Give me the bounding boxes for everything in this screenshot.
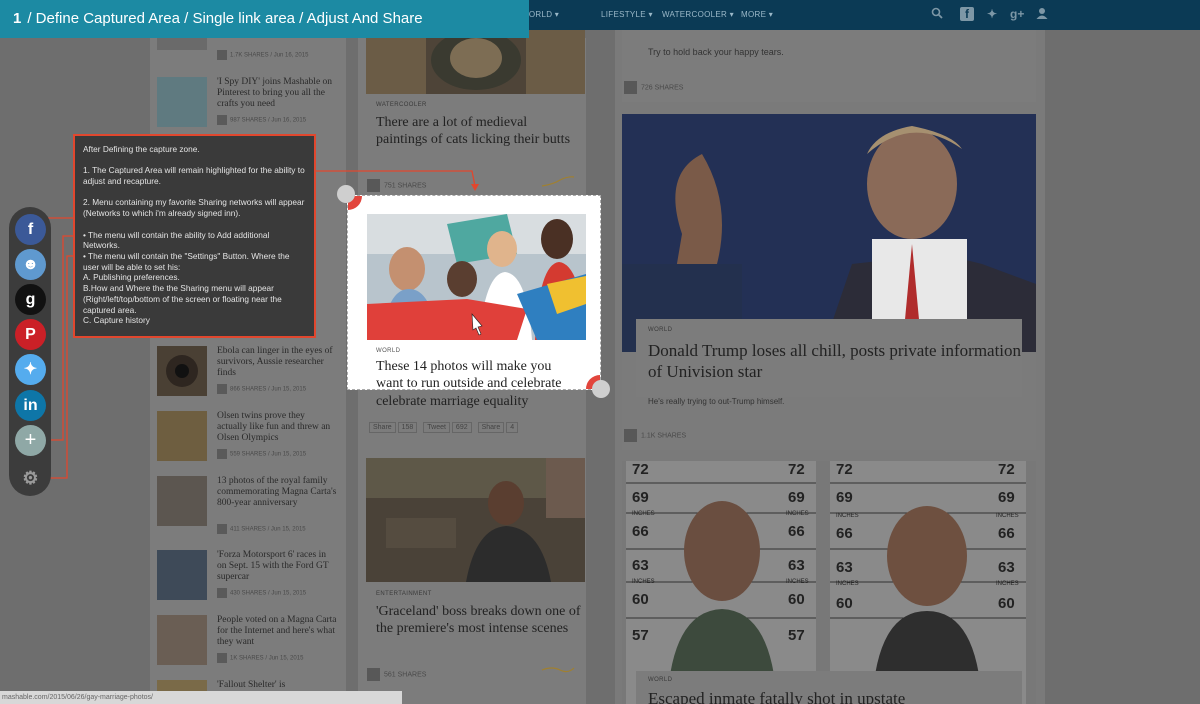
height-mark: 63 <box>632 557 649 574</box>
article-title[interactable]: People voted on a Magna Carta for the In… <box>217 615 337 648</box>
height-mark: 60 <box>998 595 1015 612</box>
search-icon[interactable] <box>930 7 944 21</box>
article-summary: He's really trying to out-Trump himself. <box>648 397 785 406</box>
article-tag: ENTERTAINMENT <box>376 591 432 597</box>
digg-share-button[interactable]: g <box>15 284 46 315</box>
info-point-2: 2. Menu containing my favorite Sharing n… <box>83 197 305 219</box>
height-unit: INCHES <box>632 579 655 585</box>
height-mark: 69 <box>998 489 1015 506</box>
google-plus-icon[interactable]: g+ <box>1010 7 1024 21</box>
height-mark: 66 <box>632 523 649 540</box>
share-count: 411 SHARES / Jun 15, 2015 <box>217 524 306 534</box>
article-title[interactable]: 'Graceland' boss breaks down one of the … <box>376 603 581 637</box>
height-mark: 63 <box>788 557 805 574</box>
tutorial-info-box: After Defining the capture zone. 1. The … <box>73 134 316 338</box>
facebook-icon[interactable]: f <box>960 7 974 21</box>
height-mark: 72 <box>632 461 649 478</box>
facebook-icon: f <box>27 221 34 238</box>
article-card-trump[interactable]: WORLD Donald Trump loses all chill, post… <box>622 114 1036 450</box>
height-unit: INCHES <box>836 581 859 587</box>
list-item[interactable]: 'Forza Motorsport 6' races in on Sept. 1… <box>157 550 337 602</box>
reddit-icon: ☻ <box>22 256 39 273</box>
share-count: 1K SHARES / Jun 15, 2015 <box>217 653 303 663</box>
nav-item-more[interactable]: MORE ▾ <box>741 10 773 19</box>
height-mark: 72 <box>788 461 805 478</box>
height-mark: 69 <box>836 489 853 506</box>
twitter-icon: ✦ <box>23 361 38 378</box>
height-unit: INCHES <box>996 513 1019 519</box>
trend-icon <box>541 667 575 673</box>
digg-icon: g <box>25 291 36 308</box>
article-tag: WORLD <box>648 677 673 683</box>
share-count: 726 SHARES <box>624 81 683 94</box>
trump-photo <box>622 114 1036 352</box>
pinterest-icon: P <box>25 326 36 343</box>
height-mark: 60 <box>836 595 853 612</box>
height-mark: 69 <box>788 489 805 506</box>
height-mark: 63 <box>998 559 1015 576</box>
twitter-share-button[interactable]: ✦ <box>15 354 46 385</box>
article-title[interactable]: Escaped inmate fatally shot in upstate <box>648 688 1028 704</box>
pinterest-share-button[interactable]: P <box>15 319 46 350</box>
article-title[interactable]: 'Fallout Shelter' is <box>217 680 337 691</box>
info-point-1: 1. The Captured Area will remain highlig… <box>83 165 305 187</box>
facebook-share-button[interactable]: f <box>15 214 46 245</box>
height-mark: 66 <box>836 525 853 542</box>
height-mark: 57 <box>788 627 805 644</box>
plus-icon: + <box>24 429 37 451</box>
height-mark: 63 <box>836 559 853 576</box>
article-thumbnail <box>157 615 207 665</box>
user-icon[interactable] <box>1035 7 1049 21</box>
article-title[interactable]: Donald Trump loses all chill, posts priv… <box>648 340 1028 382</box>
add-network-button[interactable]: + <box>15 425 46 456</box>
info-option-c: C. Capture history <box>83 315 150 326</box>
height-unit: INCHES <box>836 513 859 519</box>
article-card-top-right[interactable]: Try to hold back your happy tears. 726 S… <box>622 30 1036 102</box>
height-mark: 60 <box>788 591 805 608</box>
gear-icon: ⚙ <box>22 468 39 488</box>
height-mark: 60 <box>632 591 649 608</box>
height-mark: 72 <box>836 461 853 478</box>
height-mark: 66 <box>998 525 1015 542</box>
info-bullet-1: • The menu will contain the ability to A… <box>83 229 270 251</box>
article-card-inmates[interactable]: 72 72 72 72 69 69 69 69 INCHES INCHES IN… <box>622 461 1036 704</box>
mugshot-photo <box>626 461 1026 704</box>
article-tag: WORLD <box>648 327 673 333</box>
height-unit: INCHES <box>786 511 809 517</box>
share-count: 1.1K SHARES <box>624 429 686 442</box>
linkedin-share-button[interactable]: in <box>15 390 46 421</box>
height-mark: 66 <box>788 523 805 540</box>
height-unit: INCHES <box>786 579 809 585</box>
height-unit: INCHES <box>632 511 655 517</box>
status-url: mashable.com/2015/06/26/gay-marriage-pho… <box>0 691 402 704</box>
height-mark: 69 <box>632 489 649 506</box>
article-thumbnail <box>157 550 207 600</box>
linkedin-icon: in <box>23 397 38 414</box>
list-item[interactable]: People voted on a Magna Carta for the In… <box>157 615 337 667</box>
nav-item-watercooler[interactable]: WATERCOOLER ▾ <box>662 10 734 19</box>
reddit-share-button[interactable]: ☻ <box>15 249 46 280</box>
share-count: 430 SHARES / Jun 15, 2015 <box>217 588 306 598</box>
height-unit: INCHES <box>996 581 1019 587</box>
height-mark: 72 <box>998 461 1015 478</box>
settings-button[interactable]: ⚙ <box>15 463 46 494</box>
article-summary: Try to hold back your happy tears. <box>648 47 784 57</box>
info-intro: After Defining the capture zone. <box>83 144 200 154</box>
height-mark: 57 <box>632 627 649 644</box>
info-option-b: B.How and Where the the Sharing menu wil… <box>83 283 282 315</box>
article-title[interactable]: 'Forza Motorsport 6' races in on Sept. 1… <box>217 550 337 583</box>
nav-item-lifestyle[interactable]: LIFESTYLE ▾ <box>601 10 653 19</box>
twitter-icon[interactable]: ✦ <box>985 7 999 21</box>
info-option-a: A. Publishing preferences. <box>83 272 180 283</box>
info-bullet-2: • The menu will contain the "Settings" B… <box>83 250 290 272</box>
share-count: 561 SHARES <box>367 668 426 681</box>
